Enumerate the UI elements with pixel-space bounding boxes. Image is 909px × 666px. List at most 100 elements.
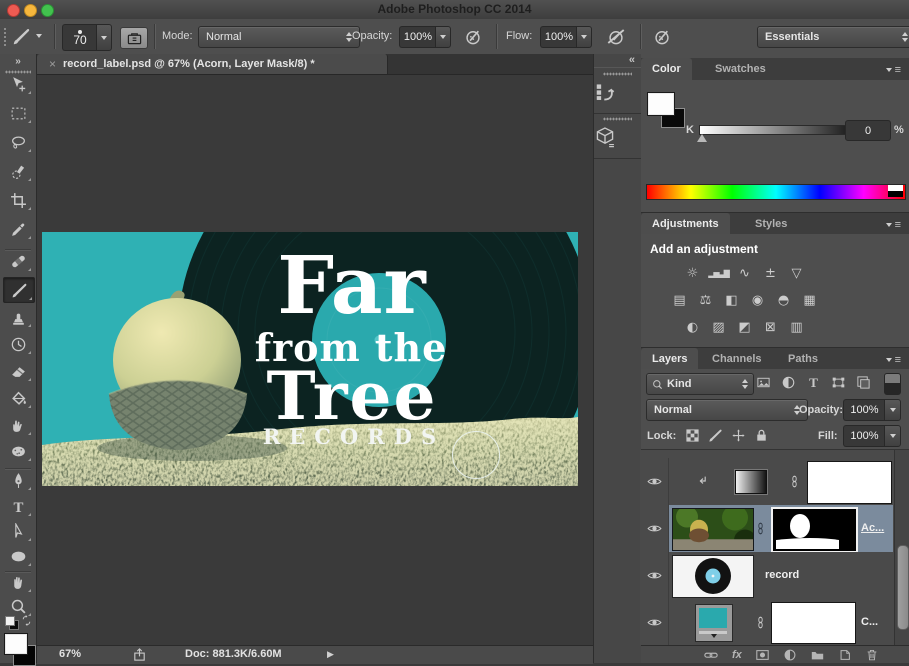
tool-history-brush[interactable] (3, 332, 33, 356)
tool-lasso[interactable] (3, 130, 33, 154)
fill-layer-thumbnail[interactable] (695, 604, 733, 642)
acorn-mask-thumbnail[interactable] (771, 507, 858, 553)
adjustment-brightness-contrast-icon[interactable]: ☼ (681, 264, 704, 283)
k-slider-track[interactable] (699, 125, 869, 135)
filter-adjustment-icon[interactable] (781, 375, 796, 390)
new-group-icon[interactable] (810, 648, 825, 662)
adjustment-black-white-icon[interactable]: ◧ (720, 291, 743, 310)
tool-path-selection[interactable] (3, 519, 33, 543)
eye-icon[interactable] (647, 474, 662, 489)
layers-opacity-box[interactable]: 100% (843, 399, 885, 421)
tool-ellipse[interactable] (3, 544, 33, 568)
dock-button-history[interactable] (594, 67, 641, 114)
layer-style-fx-button[interactable]: fx (732, 649, 742, 661)
toggle-brush-panel-button[interactable] (120, 27, 148, 49)
gradient-mask-thumbnail[interactable] (807, 461, 892, 504)
adjustment-color-balance-icon[interactable]: ⚖ (694, 291, 717, 310)
filter-picture-icon[interactable] (756, 375, 771, 390)
adjustment-color-lookup-icon[interactable]: ▦ (798, 291, 821, 310)
mask-link-icon[interactable] (756, 520, 768, 537)
lock-all-icon[interactable] (754, 428, 769, 443)
filter-smart-object-icon[interactable] (856, 375, 871, 390)
adjustment-photo-filter-icon[interactable]: ◉ (746, 291, 769, 310)
dock-collapse-chevrons[interactable]: « (629, 54, 635, 66)
adjustment-hue-saturation-icon[interactable]: ▤ (668, 291, 691, 310)
default-colors-icon[interactable] (5, 616, 19, 629)
tool-eyedropper[interactable] (3, 217, 33, 241)
tool-eraser[interactable] (3, 359, 33, 383)
tool-preset-brush-icon[interactable] (12, 27, 31, 46)
gradient-layer-thumbnail[interactable] (735, 470, 767, 494)
filter-shape-icon[interactable] (831, 375, 846, 390)
color-spectrum-ramp[interactable] (646, 184, 906, 200)
tool-type[interactable]: T (3, 494, 33, 518)
layers-fill-box[interactable]: 100% (843, 425, 885, 447)
tab-styles[interactable]: Styles (744, 213, 798, 235)
swap-colors-icon[interactable] (20, 614, 33, 627)
tool-move[interactable] (3, 72, 33, 96)
blend-mode-dropdown[interactable]: Normal (646, 399, 808, 421)
layer-name[interactable]: Ac... (861, 522, 884, 534)
adjustment-levels-icon[interactable]: ▂▅▃▇ (707, 264, 730, 283)
tool-preset-caret-icon[interactable] (36, 34, 42, 38)
fill-mask-thumbnail[interactable] (771, 602, 856, 644)
flow-caret[interactable] (576, 26, 592, 48)
adjustment-gradient-map-icon[interactable]: ▥ (785, 318, 808, 337)
layers-fill-caret[interactable] (884, 425, 901, 447)
filter-type-filter-icon[interactable]: T (806, 375, 821, 390)
adjustment-vibrance-icon[interactable]: ▽ (785, 264, 808, 283)
mask-link-icon[interactable] (756, 614, 768, 631)
delete-layer-icon[interactable] (865, 648, 879, 662)
brush-size-box[interactable]: 70 (62, 24, 97, 51)
layer-row-acorn[interactable]: Ac... (640, 505, 893, 553)
tool-crop[interactable] (3, 188, 33, 212)
adjustment-channel-mixer-icon[interactable]: ◓ (772, 291, 795, 310)
tablet-size-icon[interactable] (652, 27, 672, 46)
layers-opacity-caret[interactable] (884, 399, 901, 421)
tool-hand[interactable] (3, 570, 33, 594)
layer-filter-kind-dropdown[interactable]: Kind (646, 373, 754, 395)
adjustment-threshold-icon[interactable]: ◩ (733, 318, 756, 337)
k-value-box[interactable]: 0 (845, 120, 891, 141)
add-layer-mask-icon[interactable] (755, 648, 770, 662)
link-layers-icon[interactable] (703, 648, 719, 662)
dock-button-3d[interactable] (594, 113, 641, 159)
eye-icon[interactable] (647, 615, 662, 630)
document-tab[interactable]: × record_label.psd @ 67% (Acorn, Layer M… (37, 54, 388, 74)
tool-clone-stamp[interactable] (3, 305, 33, 329)
layer-name[interactable]: record (765, 569, 799, 581)
opacity-caret[interactable] (435, 26, 451, 48)
adjustment-invert-icon[interactable]: ◐ (681, 318, 704, 337)
tab-color[interactable]: Color (641, 58, 692, 80)
tab-close-icon[interactable]: × (49, 57, 56, 71)
layer-filter-toggle[interactable] (884, 373, 901, 395)
layer-row-record[interactable]: record (640, 552, 893, 600)
record-layer-thumbnail[interactable] (672, 555, 754, 598)
zoom-level-field[interactable]: 67% (59, 648, 81, 660)
tab-swatches[interactable]: Swatches (704, 58, 777, 80)
tool-marquee[interactable] (3, 101, 33, 125)
lock-pixels-icon[interactable] (708, 428, 723, 443)
adjustment-exposure-icon[interactable]: ± (759, 264, 782, 283)
eye-icon[interactable] (647, 521, 662, 536)
workspace-dropdown[interactable]: Essentials (757, 26, 909, 48)
layer-name[interactable]: C... (861, 616, 878, 628)
color-fg-swatch[interactable] (647, 92, 675, 116)
lock-position-icon[interactable] (731, 428, 746, 443)
tab-adjustments[interactable]: Adjustments (641, 213, 730, 235)
opacity-value-box[interactable]: 100% (399, 26, 436, 48)
adjustment-curves-icon[interactable]: ∿ (733, 264, 756, 283)
tab-channels[interactable]: Channels (701, 348, 773, 370)
adjustment-posterize-icon[interactable]: ▨ (707, 318, 730, 337)
doc-info-expand-arrow[interactable]: ▶ (327, 649, 334, 660)
tool-smudge[interactable] (3, 413, 33, 437)
k-slider-thumb[interactable] (697, 134, 707, 142)
tool-brush[interactable] (3, 277, 35, 303)
spectrum-black-chip[interactable] (888, 191, 903, 197)
tool-quick-select[interactable] (3, 159, 33, 183)
tool-paint-bucket[interactable] (3, 386, 33, 410)
adjustment-selective-color-icon[interactable]: ⊠ (759, 318, 782, 337)
tab-paths[interactable]: Paths (777, 348, 829, 370)
foreground-color-swatch[interactable] (4, 633, 28, 655)
tool-pen[interactable] (3, 468, 33, 492)
